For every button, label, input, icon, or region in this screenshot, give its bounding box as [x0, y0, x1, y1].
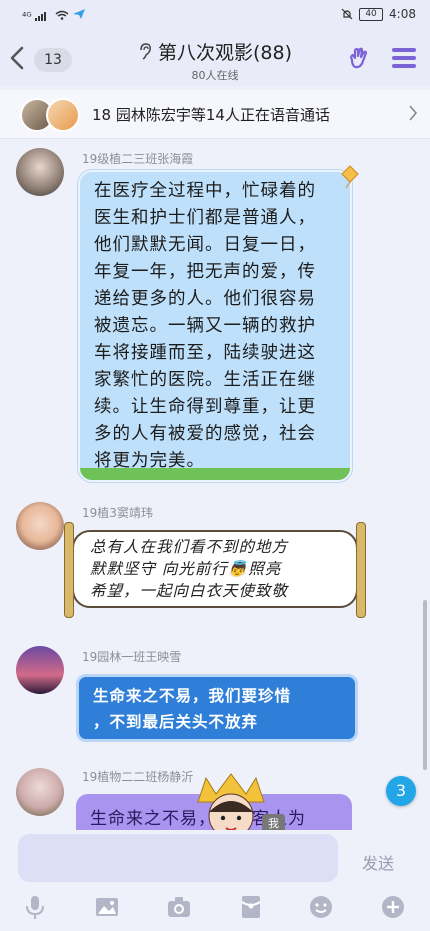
message-input[interactable]: [18, 834, 338, 882]
scrollbar[interactable]: [423, 600, 427, 770]
plus-icon[interactable]: [380, 894, 406, 920]
scroll-rod: [64, 522, 74, 618]
image-icon[interactable]: [94, 894, 120, 920]
mute-icon: [341, 8, 353, 20]
camera-icon[interactable]: [166, 894, 192, 920]
avatar[interactable]: [16, 502, 64, 550]
avatar[interactable]: [16, 148, 64, 196]
input-bar: 发送: [0, 830, 430, 886]
mic-icon[interactable]: [22, 894, 48, 920]
title-area[interactable]: 第八次观影(88) 80人在线: [110, 38, 320, 83]
signal-text: ⁴ᴳ: [22, 10, 32, 23]
red-packet-icon[interactable]: [238, 894, 264, 920]
avatar[interactable]: [16, 768, 64, 816]
chat-title: 第八次观影(88): [157, 42, 292, 64]
ear-icon: [140, 43, 151, 60]
back-button[interactable]: [6, 44, 30, 72]
voice-call-banner[interactable]: 18 园林陈宏宇等14人正在语音通话: [0, 90, 430, 139]
clock: 4:08: [389, 7, 416, 21]
avatar: [46, 98, 80, 132]
menu-icon[interactable]: [392, 48, 416, 68]
kite-icon: [341, 165, 359, 188]
message-bubble[interactable]: 生命来之不易，我们要珍惜 ，不到最后关头不放弃: [76, 674, 358, 742]
signal-icon: [35, 12, 47, 21]
grass-decoration: [80, 468, 350, 480]
chat-area[interactable]: 19级植二三班张海霞 在医疗全过程中，忙碌着的 医生和护士们都是普通人， 他们默默无…: [0, 140, 430, 830]
battery-icon: 40: [359, 7, 384, 21]
sender-name: 19植3窦靖玮: [82, 506, 153, 520]
sender-name: 19园林一班王映雪: [82, 650, 182, 664]
message-text: 在医疗全过程中，忙碌着的 医生和护士们都是普通人， 他们默默无闻。日复一日， 年复一年…: [94, 181, 316, 471]
sender-name: 19级植二三班张海霞: [82, 152, 194, 166]
send-button[interactable]: 发送: [362, 850, 394, 874]
message-bubble[interactable]: 总有人在我们看不到的地方 默默坚守 向光前行👼照亮 希望，一起向白衣天使致敬: [64, 522, 366, 618]
status-bar: ⁴ᴳ 40 4:08: [0, 0, 430, 30]
online-count: 80人在线: [191, 69, 239, 82]
unread-count[interactable]: 13: [34, 48, 72, 72]
bottom-toolbar: [0, 886, 430, 931]
hand-gesture-icon[interactable]: [346, 46, 372, 72]
voice-call-text: 18 园林陈宏宇等14人正在语音通话: [92, 106, 330, 124]
message-text: 总有人在我们看不到的地方 默默坚守 向光前行👼照亮 希望，一起向白衣天使致敬: [90, 538, 289, 600]
wifi-icon: [55, 10, 69, 20]
avatar[interactable]: [16, 646, 64, 694]
signal-icons: ⁴ᴳ: [22, 8, 86, 23]
sender-name: 19植物二二班杨静沂: [82, 770, 194, 784]
emoji-icon[interactable]: [308, 894, 334, 920]
chat-title-row: 第八次观影(88): [110, 38, 320, 65]
message-bubble[interactable]: 在医疗全过程中，忙碌着的 医生和护士们都是普通人， 他们默默无闻。日复一日， 年复一年…: [78, 165, 359, 482]
new-messages-badge[interactable]: 3: [386, 776, 416, 806]
chevron-right-icon: [409, 105, 418, 121]
app-notification-icon: [73, 9, 86, 19]
message-text: 生命来之不易，我们要珍惜 ，不到最后关头不放弃: [93, 686, 292, 731]
chat-header: 13 第八次观影(88) 80人在线: [0, 30, 430, 86]
scroll-rod: [356, 522, 366, 618]
